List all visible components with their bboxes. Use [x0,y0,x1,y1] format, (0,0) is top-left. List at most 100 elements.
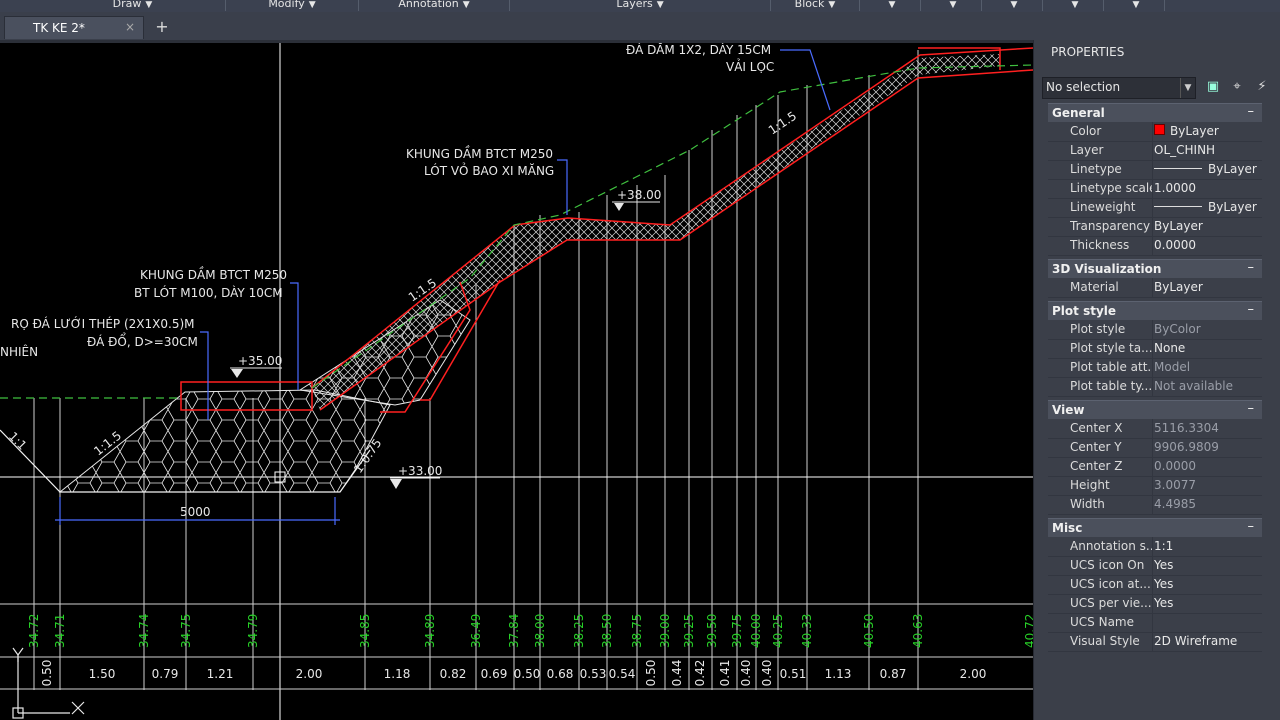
station-elevation-label: 34.75 [179,614,193,648]
collapse-icon[interactable]: – [1248,104,1255,119]
prop-row-linetype-scale[interactable]: Linetype scale 1.0000 [1048,179,1262,199]
chevron-down-icon: ▼ [888,0,896,10]
elev-35: +35.00 [238,354,282,368]
prop-row-ucs-name[interactable]: UCS Name [1048,613,1262,633]
prop-row-visual-style[interactable]: Visual Style 2D Wireframe [1048,632,1262,652]
prop-row-height[interactable]: Height 3.0077 [1048,476,1262,496]
prop-row-annotation-scale[interactable]: Annotation s... 1:1 [1048,537,1262,557]
prop-row-thickness[interactable]: Thickness 0.0000 [1048,236,1262,256]
prop-row-plot-style[interactable]: Plot style ByColor [1048,320,1262,340]
prop-key: UCS per vie... [1070,596,1152,610]
prop-row-center-x[interactable]: Center X 5116.3304 [1048,419,1262,439]
distance-label: 0.50 [644,660,658,687]
elev-38: +38.00 [617,188,661,202]
prop-row-width[interactable]: Width 4.4985 [1048,495,1262,515]
prop-row-plot-style-table[interactable]: Plot style ta... None [1048,339,1262,359]
distance-label: 0.50 [514,667,541,681]
section-misc-label: Misc [1052,521,1083,535]
ribbon-clipboard[interactable]: ▼ [1043,0,1104,11]
prop-value: ByLayer [1154,162,1257,176]
prop-key: Layer [1070,143,1104,157]
collapse-icon[interactable]: – [1248,302,1255,317]
section-general[interactable]: General – [1048,103,1262,122]
collapse-icon[interactable]: – [1248,260,1255,275]
ribbon-modify-label: Modify [268,0,305,10]
section-misc[interactable]: Misc – [1048,518,1262,537]
prop-row-layer[interactable]: Layer OL_CHINH [1048,141,1262,161]
slope-labels: 1:1.5 1:1.5 1:1.5 1:1 1:0.75 [6,109,799,476]
chevron-down-icon: ▼ [1180,78,1195,98]
prop-row-linetype[interactable]: Linetype ByLayer [1048,160,1262,180]
prop-row-ucs-icon-origin[interactable]: UCS icon at... Yes [1048,575,1262,595]
prop-row-transparency[interactable]: Transparency ByLayer [1048,217,1262,237]
prop-row-color[interactable]: Color ByLayer [1048,122,1262,142]
station-elevation-label: 38.00 [533,614,547,648]
prop-row-lineweight[interactable]: Lineweight ByLayer [1048,198,1262,218]
prop-row-ucs-icon-on[interactable]: UCS icon On Yes [1048,556,1262,576]
prop-value: 0.0000 [1154,459,1196,473]
quick-select-icon[interactable]: ⚡ [1254,79,1270,95]
close-icon[interactable]: × [125,20,135,34]
prop-value: 5116.3304 [1154,421,1219,435]
prop-key: Visual Style [1070,634,1140,648]
station-elevation-label: 38.75 [630,614,644,648]
slope-label: 1:1 [6,429,30,453]
chevron-down-icon: ▼ [308,0,316,10]
prop-key: Annotation s... [1070,539,1152,553]
distance-label: 0.69 [481,667,508,681]
prop-row-plot-table-attached[interactable]: Plot table att... Model [1048,358,1262,378]
station-elevation-label: 40.50 [862,614,876,648]
note-da-do: ĐÁ ĐỔ, D>=30CM [87,333,198,349]
ribbon-block[interactable]: Block ▼ [771,0,860,11]
prop-key: UCS icon at... [1070,577,1151,591]
new-tab-plus-icon[interactable]: + [150,16,174,38]
prop-row-ucs-per-viewport[interactable]: UCS per vie... Yes [1048,594,1262,614]
ribbon-block-label: Block [794,0,825,10]
distance-label: 1.21 [207,667,234,681]
prop-key: Plot table att... [1070,360,1152,374]
prop-row-plot-table-type[interactable]: Plot table ty... Not available [1048,377,1262,397]
ribbon-modify[interactable]: Modify ▼ [226,0,359,11]
chevron-down-icon: ▼ [462,0,470,10]
note-bt-lot: BT LÓT M100, DÀY 10CM [134,285,283,300]
note-khung-dam-1: KHUNG DẦM BTCT M250 [406,145,553,161]
station-elevation-label: 39.75 [730,614,744,648]
station-elevation-label: 40.63 [911,614,925,648]
prop-value: ByLayer [1154,124,1219,138]
station-elevation-row: 34.72 34.71 34.74 34.75 34.79 34.85 34.89 36.49… [27,614,1033,648]
prop-value: None [1154,341,1186,355]
station-elevation-label: 34.85 [358,614,372,648]
distance-label: 0.53 [580,667,607,681]
section-3d-visualization[interactable]: 3D Visualization – [1048,259,1262,278]
distance-label: 0.44 [670,660,684,687]
selection-dropdown[interactable]: No selection ▼ [1042,77,1196,99]
collapse-icon[interactable]: – [1248,519,1255,534]
toggle-pickadd-icon[interactable]: ▣ [1205,79,1221,95]
prop-row-material[interactable]: Material ByLayer [1048,278,1262,298]
ribbon-annotation[interactable]: Annotation ▼ [359,0,510,11]
section-plot-style[interactable]: Plot style – [1048,301,1262,320]
prop-value: ByColor [1154,322,1201,336]
section-view[interactable]: View – [1048,400,1262,419]
ribbon-groups[interactable]: ▼ [921,0,982,11]
station-elevation-label: 34.71 [53,614,67,648]
ribbon-layers-label: Layers [616,0,653,10]
prop-key: Material [1070,280,1119,294]
ribbon-view[interactable]: ▼ [1104,0,1165,11]
properties-palette: PROPERTIES No selection ▼ ▣ ⌖ ⚡ General –… [1033,40,1280,720]
collapse-icon[interactable]: – [1248,401,1255,416]
file-tab-tk-ke-2[interactable]: TK KE 2* × [4,16,144,39]
drawing-canvas[interactable]: ĐÁ DĂM 1X2, DÀY 15CM VẢI LỌC KHUNG DẦM B… [0,43,1033,720]
file-tab-bar: TK KE 2* × + [0,12,1280,40]
distance-label: 0.51 [780,667,807,681]
prop-row-center-z[interactable]: Center Z 0.0000 [1048,457,1262,477]
ribbon-draw[interactable]: Draw ▼ [40,0,226,11]
selection-value: No selection [1046,80,1121,94]
ribbon-layers[interactable]: Layers ▼ [510,0,771,11]
station-elevation-label: 39.50 [705,614,719,648]
prop-row-center-y[interactable]: Center Y 9906.9809 [1048,438,1262,458]
prop-key: Center Y [1070,440,1122,454]
select-objects-icon[interactable]: ⌖ [1229,79,1245,95]
ribbon-properties[interactable]: ▼ [860,0,921,11]
ribbon-utilities[interactable]: ▼ [982,0,1043,11]
